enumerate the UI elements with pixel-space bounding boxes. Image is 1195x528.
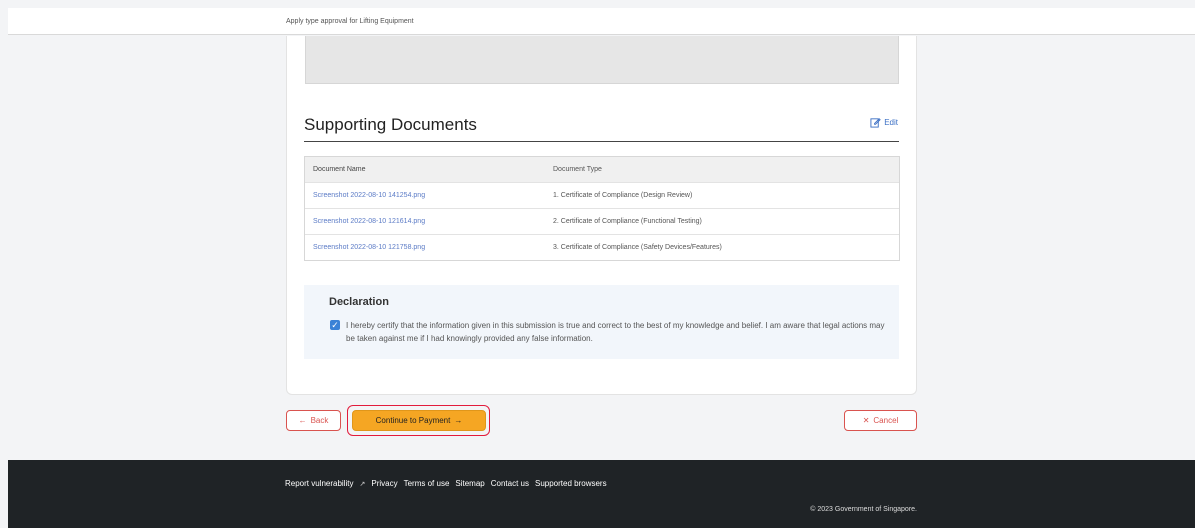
document-type: 1. Certificate of Compliance (Design Rev… [553, 192, 693, 199]
table-header-row: Document Name Document Type [305, 157, 899, 182]
edit-link[interactable]: Edit [870, 117, 898, 128]
document-name-link[interactable]: Screenshot 2022-08-10 121758.png [305, 244, 545, 251]
back-label: Back [310, 416, 329, 425]
copyright: © 2023 Government of Singapore. [810, 506, 917, 513]
external-link-icon: ↗ [359, 480, 366, 488]
section-title: Supporting Documents [304, 115, 477, 134]
declaration-checkbox[interactable]: ✓ [330, 320, 340, 330]
table-row: Screenshot 2022-08-10 121614.png 2. Cert… [305, 208, 899, 234]
documents-table: Document Name Document Type Screenshot 2… [304, 156, 900, 261]
continue-to-payment-button[interactable]: Continue to Payment → [352, 410, 486, 431]
declaration-title: Declaration [329, 296, 389, 308]
table-row: Screenshot 2022-08-10 121758.png 3. Cert… [305, 234, 899, 260]
edit-icon [870, 118, 881, 128]
top-bar: Apply type approval for Lifting Equipmen… [8, 8, 1195, 35]
edit-label: Edit [884, 118, 898, 127]
document-type: 2. Certificate of Compliance (Functional… [553, 218, 702, 225]
footer-link-terms[interactable]: Terms of use [404, 479, 450, 488]
footer-link-report-vulnerability[interactable]: Report vulnerability [285, 479, 353, 488]
document-name-link[interactable]: Screenshot 2022-08-10 141254.png [305, 192, 545, 199]
footer-link-sitemap[interactable]: Sitemap [455, 479, 484, 488]
document-type: 3. Certificate of Compliance (Safety Dev… [553, 244, 722, 251]
arrow-right-icon: → [454, 416, 463, 425]
footer-link-privacy[interactable]: Privacy [371, 479, 397, 488]
footer-link-contact[interactable]: Contact us [491, 479, 529, 488]
form-card: Supporting Documents Edit Document Name … [286, 36, 917, 395]
section-divider [304, 141, 899, 142]
document-name-link[interactable]: Screenshot 2022-08-10 121614.png [305, 218, 545, 225]
close-icon: ✕ [862, 416, 870, 425]
footer-link-browsers[interactable]: Supported browsers [535, 479, 607, 488]
cancel-button[interactable]: ✕ Cancel [844, 410, 917, 431]
arrow-left-icon: ← [298, 416, 307, 425]
continue-label: Continue to Payment [375, 416, 451, 425]
table-row: Screenshot 2022-08-10 141254.png 1. Cert… [305, 182, 899, 208]
header-document-name: Document Name [313, 166, 366, 173]
footer: Report vulnerability ↗ Privacy Terms of … [8, 460, 1195, 528]
header-document-type: Document Type [553, 166, 602, 173]
back-button[interactable]: ← Back [286, 410, 341, 431]
previous-section-panel [305, 36, 899, 84]
declaration-panel: Declaration ✓ I hereby certify that the … [304, 285, 899, 359]
footer-links: Report vulnerability ↗ Privacy Terms of … [285, 479, 607, 488]
breadcrumb: Apply type approval for Lifting Equipmen… [286, 18, 414, 25]
declaration-text: I hereby certify that the information gi… [346, 321, 885, 343]
cancel-label: Cancel [873, 416, 899, 425]
